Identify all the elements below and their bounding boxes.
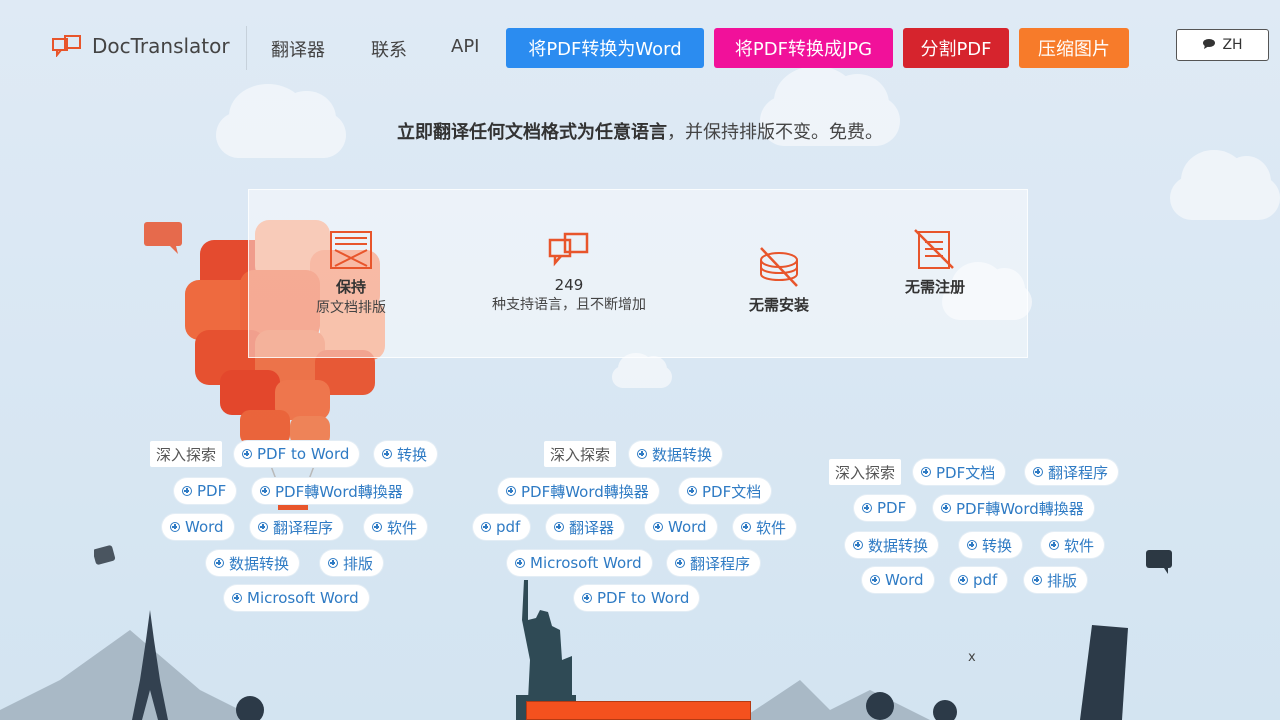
tag-pdf-document[interactable]: PDF文档 (679, 478, 772, 504)
pdf-to-jpg-button[interactable]: 将PDF转换成JPG (714, 28, 893, 68)
tag-software[interactable]: 软件 (364, 514, 428, 540)
explore-title: 深入探索 (150, 441, 223, 467)
city-landscape-illustration (0, 580, 1128, 720)
features-panel: 保持 原文档排版 249 种支持语言，且不断增加 无需安装 无需注册 (248, 189, 1028, 358)
tagline-bold: 立即翻译任何文档格式为任意语言 (397, 122, 667, 143)
tag-translation-program[interactable]: 翻译程序 (250, 514, 344, 540)
plus-icon (741, 522, 751, 532)
plus-icon (687, 486, 697, 496)
nav-translator[interactable]: 翻译器 (271, 36, 325, 62)
layout-icon (330, 231, 372, 269)
tag-label: PDF文档 (936, 463, 996, 482)
tag-pdf[interactable]: PDF (854, 495, 917, 521)
tag-pdf-word-converter[interactable]: PDF轉Word轉換器 (252, 478, 413, 504)
cloud (1170, 149, 1280, 220)
plus-icon (941, 503, 951, 513)
tagline-rest: ，并保持排版不变。免费。 (667, 122, 883, 143)
top-header: DocTranslator 翻译器 联系 API 将PDF转换为Word 将PD… (0, 0, 1280, 96)
tag-label: Word (185, 518, 224, 536)
tag-software[interactable]: 软件 (733, 514, 797, 540)
plus-icon (653, 522, 663, 532)
header-divider (246, 26, 247, 70)
plus-icon (637, 449, 647, 459)
tag-pdf-to-word[interactable]: PDF to Word (234, 441, 360, 467)
plus-icon (554, 522, 564, 532)
tag-label: PDF轉Word轉換器 (521, 482, 649, 501)
tag-translator[interactable]: 翻译器 (546, 514, 625, 540)
plus-icon (170, 522, 180, 532)
no-install-icon (760, 247, 798, 287)
nav-api[interactable]: API (451, 36, 479, 57)
tag-pdf-word-converter[interactable]: PDF轉Word轉換器 (933, 495, 1094, 521)
tag-label: 软件 (387, 518, 418, 537)
tag-label: PDF (197, 482, 227, 500)
language-count: 249 (554, 276, 584, 294)
logo[interactable]: DocTranslator (52, 34, 230, 58)
tag-data-conversion[interactable]: 数据转换 (629, 441, 723, 467)
feature-layout: 保持 原文档排版 (251, 230, 451, 317)
tag-label: PDF轉Word轉換器 (275, 482, 403, 501)
plus-icon (862, 503, 872, 513)
tag-pdf-word-converter[interactable]: PDF轉Word轉換器 (498, 478, 659, 504)
compress-image-button[interactable]: 压缩图片 (1019, 28, 1129, 68)
tagline: 立即翻译任何文档格式为任意语言，并保持排版不变。免费。 (0, 118, 1280, 144)
tag-label: pdf (496, 518, 521, 536)
tag-label: PDF (877, 499, 907, 517)
plus-icon (182, 486, 192, 496)
plus-icon (506, 486, 516, 496)
feature-subtitle: 原文档排版 (316, 300, 386, 316)
language-label: ZH (1222, 37, 1243, 53)
pdf-to-word-button[interactable]: 将PDF转换为Word (506, 28, 704, 68)
tag-label: Word (668, 518, 707, 536)
language-selector[interactable]: ZH (1176, 29, 1269, 61)
plus-icon (258, 522, 268, 532)
tag-pdf-lower[interactable]: pdf (473, 514, 531, 540)
split-pdf-button[interactable]: 分割PDF (903, 28, 1009, 68)
translate-icon (548, 232, 589, 267)
explore-title: 深入探索 (829, 459, 902, 485)
plus-icon (921, 467, 931, 477)
tag-label: 翻译程序 (1048, 463, 1109, 482)
logo-icon (52, 35, 82, 58)
plus-icon (242, 449, 252, 459)
feature-title: 保持 (335, 278, 366, 296)
plus-icon (372, 522, 382, 532)
tag-pdf-document[interactable]: PDF文档 (913, 459, 1006, 485)
orange-block (526, 701, 751, 720)
chat-icon (1202, 37, 1216, 53)
tag-label: 翻译程序 (273, 518, 334, 537)
no-register-icon (914, 229, 954, 269)
tag-label: 转换 (397, 445, 428, 464)
tag-word[interactable]: Word (162, 514, 234, 540)
tag-label: 软件 (756, 518, 787, 537)
plus-icon (382, 449, 392, 459)
feature-no-register: 无需注册 (835, 228, 1035, 297)
tag-label: PDF轉Word轉換器 (956, 499, 1084, 518)
decorative-bubble-icon (144, 222, 182, 254)
tag-label: PDF to Word (257, 445, 350, 463)
tag-convert[interactable]: 转换 (374, 441, 438, 467)
feature-title: 无需安装 (748, 296, 809, 314)
tag-pdf[interactable]: PDF (174, 478, 237, 504)
tag-label: PDF文档 (702, 482, 762, 501)
tag-word[interactable]: Word (645, 514, 717, 540)
feature-title: 无需注册 (904, 278, 965, 296)
plus-icon (1033, 467, 1043, 477)
nav-contact[interactable]: 联系 (371, 36, 407, 62)
logo-text: DocTranslator (92, 34, 230, 58)
feature-subtitle: 种支持语言，且不断增加 (492, 297, 646, 313)
tag-translation-program[interactable]: 翻译程序 (1025, 459, 1119, 485)
plus-icon (260, 486, 270, 496)
plus-icon (481, 522, 491, 532)
explore-title: 深入探索 (544, 441, 617, 467)
tag-label: 数据转换 (652, 445, 713, 464)
feature-languages: 249 种支持语言，且不断增加 (469, 230, 669, 314)
tag-label: 翻译器 (569, 518, 615, 537)
cloud (612, 352, 672, 388)
